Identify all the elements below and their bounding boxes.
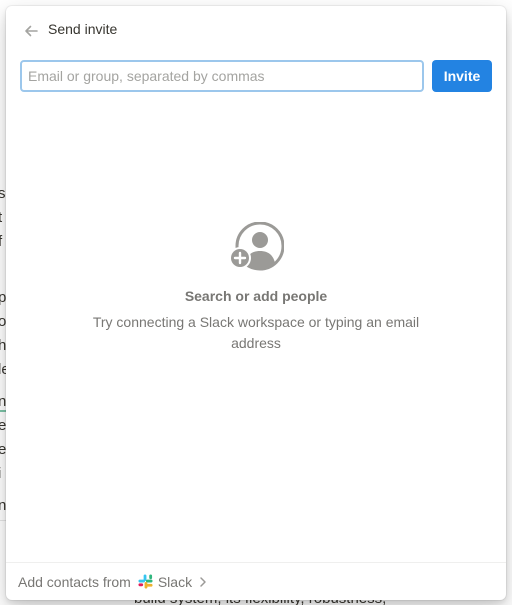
bg-text-fragment: f: [0, 233, 3, 250]
empty-state: Search or add people Try connecting a Sl…: [6, 222, 506, 354]
empty-state-description: Try connecting a Slack workspace or typi…: [92, 314, 420, 351]
invite-input-row: Invite: [20, 60, 492, 92]
footer-service-name: Slack: [157, 573, 193, 590]
arrow-left-icon: [25, 25, 38, 37]
panel-header: Send invite: [6, 6, 506, 54]
panel-title: Send invite: [48, 21, 118, 37]
email-input[interactable]: [20, 60, 424, 92]
add-person-icon: [229, 222, 284, 271]
bg-text-fragment: t: [0, 209, 3, 226]
empty-state-title: Search or add people: [184, 288, 328, 304]
invite-button[interactable]: Invite: [432, 60, 492, 92]
footer-prefix: Add contacts from: [18, 573, 131, 590]
back-button[interactable]: [20, 20, 42, 42]
bg-text-fragment: i: [0, 464, 1, 484]
bg-text-fragment: s: [0, 185, 6, 202]
send-invite-panel: Send invite Invite Search or add people …: [6, 6, 506, 600]
slack-logo-icon: [138, 574, 153, 589]
chevron-right-icon: [200, 576, 206, 587]
add-contacts-from-slack[interactable]: Add contacts from Slack: [6, 562, 506, 600]
